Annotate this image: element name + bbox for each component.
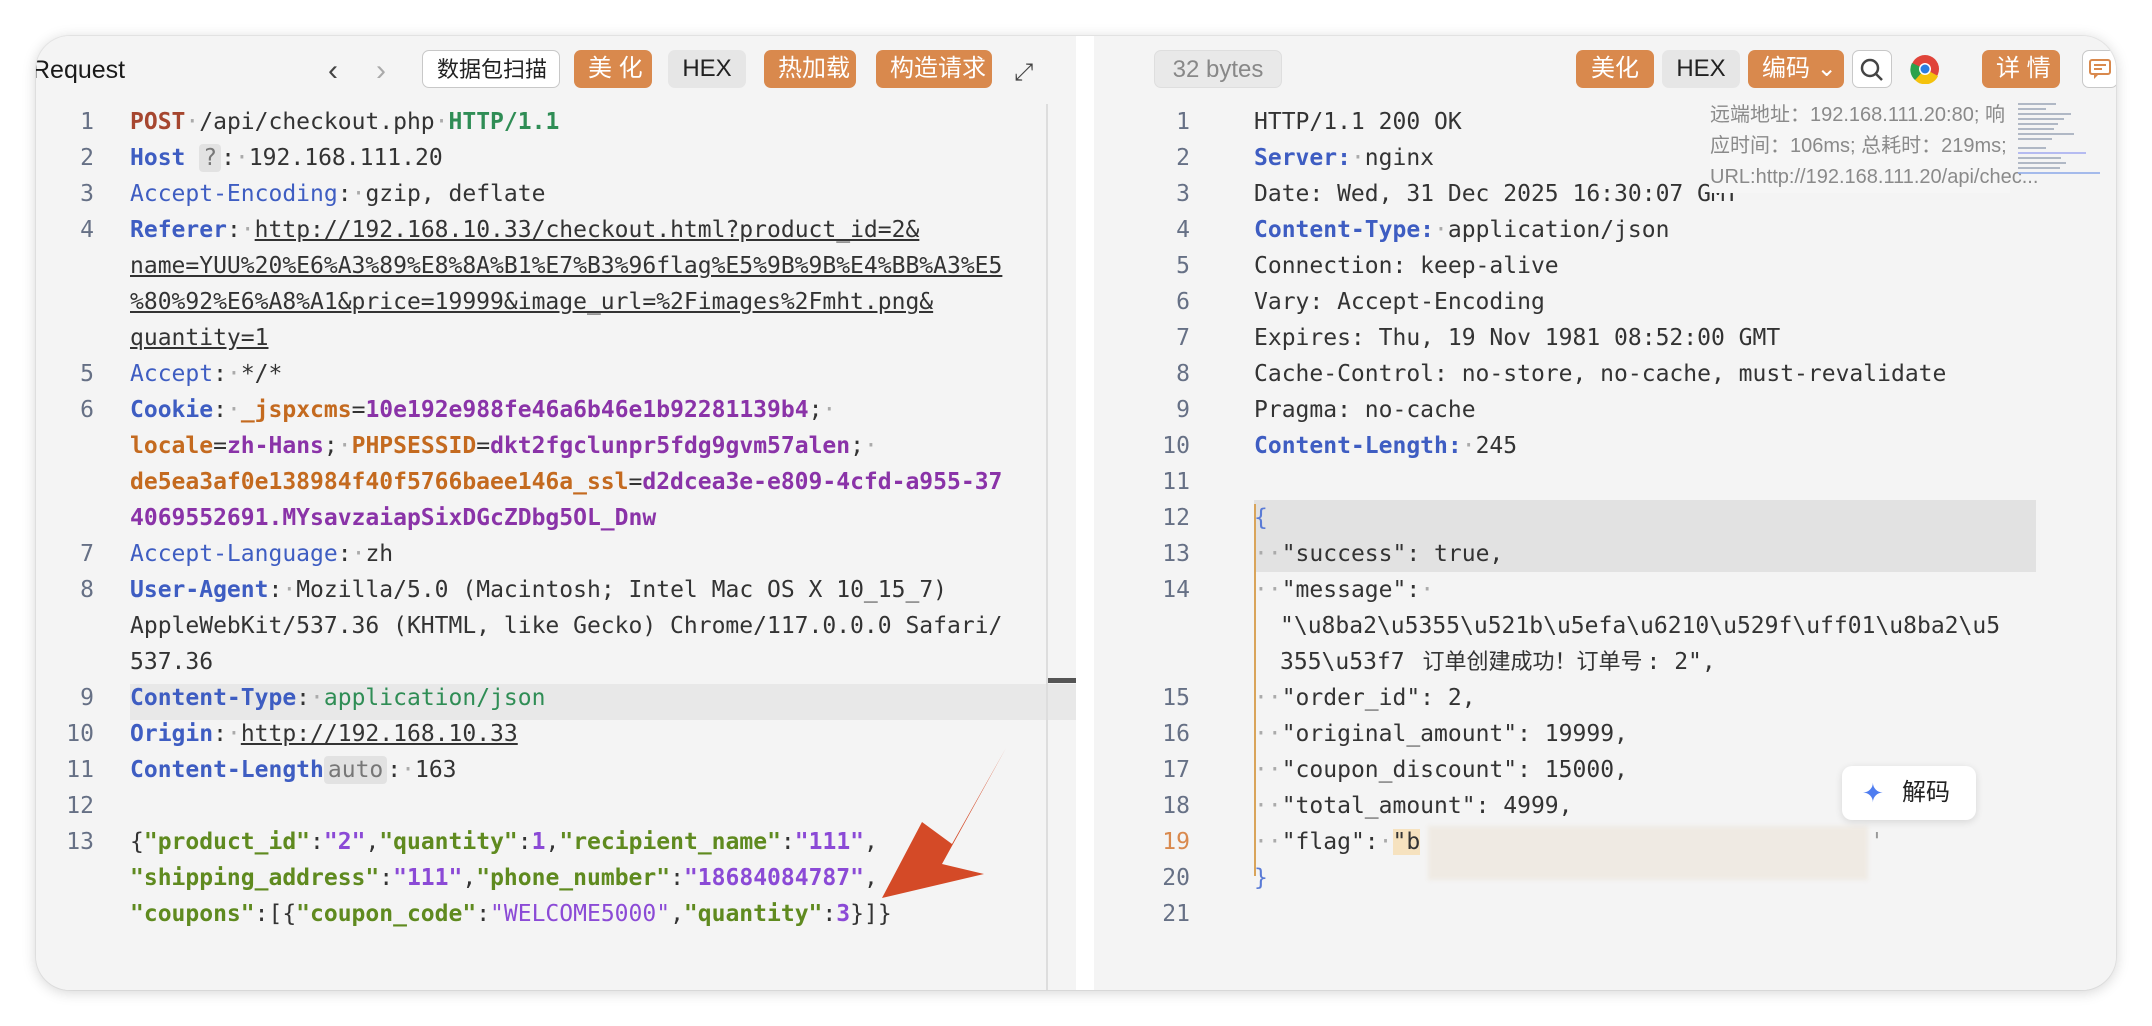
response-line-number: 13 (1162, 541, 1190, 567)
redacted-flag (1428, 826, 1868, 880)
response-line-number: 19 (1162, 829, 1190, 855)
response-line-number: 8 (1176, 361, 1190, 387)
request-line-number: 9 (80, 685, 94, 711)
response-line-number: 10 (1162, 433, 1190, 459)
request-line-number: 13 (66, 829, 94, 855)
indent-guide (1254, 504, 1256, 876)
response-line-number: 21 (1162, 901, 1190, 927)
detail-button[interactable]: 详 情 (1982, 50, 2060, 88)
packet-scan-button[interactable]: 数据包扫描 (422, 50, 560, 88)
decode-button[interactable]: ✦ 解码 (1842, 766, 1976, 820)
construct-request-button[interactable]: 构造请求 (876, 50, 992, 88)
response-line-number: 11 (1162, 469, 1190, 495)
back-arrow-icon[interactable]: ‹ (328, 56, 338, 86)
annotation-arrow (882, 748, 1006, 898)
beautify-button[interactable]: 美 化 (574, 50, 652, 88)
request-line-number: 11 (66, 757, 94, 783)
response-hex-button[interactable]: HEX (1662, 50, 1740, 88)
response-line-number: 9 (1176, 397, 1190, 423)
request-line-number: 4 (80, 217, 94, 243)
request-title: Request (36, 56, 126, 84)
response-line-number: 3 (1176, 181, 1190, 207)
minimap[interactable] (2016, 100, 2106, 184)
response-info-tooltip: 远端地址：192.168.111.20:80; 响应时间：106ms; 总耗时：… (1710, 100, 2038, 193)
pane-divider[interactable] (1076, 36, 1094, 990)
response-line-number: 17 (1162, 757, 1190, 783)
response-line-number: 20 (1162, 865, 1190, 891)
request-line-number: 7 (80, 541, 94, 567)
response-line-number: 12 (1162, 505, 1190, 531)
request-line-number: 10 (66, 721, 94, 747)
request-line-number: 6 (80, 397, 94, 423)
response-line-number: 6 (1176, 289, 1190, 315)
response-line-number: 16 (1162, 721, 1190, 747)
request-line-number: 8 (80, 577, 94, 603)
sparkle-icon: ✦ (1862, 778, 1884, 808)
comment-icon[interactable] (2082, 50, 2116, 88)
response-line-number: 15 (1162, 685, 1190, 711)
response-beautify-button[interactable]: 美化 (1576, 50, 1654, 88)
response-line-number: 7 (1176, 325, 1190, 351)
encoding-dropdown[interactable]: 编码 ⌄ (1748, 50, 1844, 88)
hex-button[interactable]: HEX (668, 50, 746, 88)
response-editor[interactable]: 1 2 3 4 5 6 7 8 9 10 11 12 13 14 15 16 17 18 19 20 21 HTTP/1… (1094, 104, 2116, 990)
response-size-label: 32 bytes (1154, 50, 1282, 88)
editor-gutter-line (1046, 104, 1048, 990)
response-toolbar: 32 bytes 美化 HEX 编码 ⌄ 详 情 (1094, 36, 2116, 104)
response-line-number: 14 (1162, 577, 1190, 603)
response-line-number: 4 (1176, 217, 1190, 243)
search-icon[interactable] (1852, 50, 1892, 88)
response-line-number: 5 (1176, 253, 1190, 279)
response-line-number: 18 (1162, 793, 1190, 819)
response-line-number: 2 (1176, 145, 1190, 171)
scroll-marker (1048, 678, 1076, 683)
request-line-number: 12 (66, 793, 94, 819)
request-line-number: 2 (80, 145, 94, 171)
request-line-number: 3 (80, 181, 94, 207)
expand-icon[interactable]: ⤢ (1014, 58, 1033, 88)
hot-reload-button[interactable]: 热加载 (764, 50, 856, 88)
request-toolbar: Request ‹ › 数据包扫描 美 化 HEX 热加载 构造请求 ⤢ (36, 36, 1076, 104)
request-line-number: 1 (80, 109, 94, 135)
forward-arrow-icon[interactable]: › (376, 56, 386, 86)
chrome-icon[interactable] (1910, 54, 1940, 89)
request-line-number: 5 (80, 361, 94, 387)
response-line-number: 1 (1176, 109, 1190, 135)
